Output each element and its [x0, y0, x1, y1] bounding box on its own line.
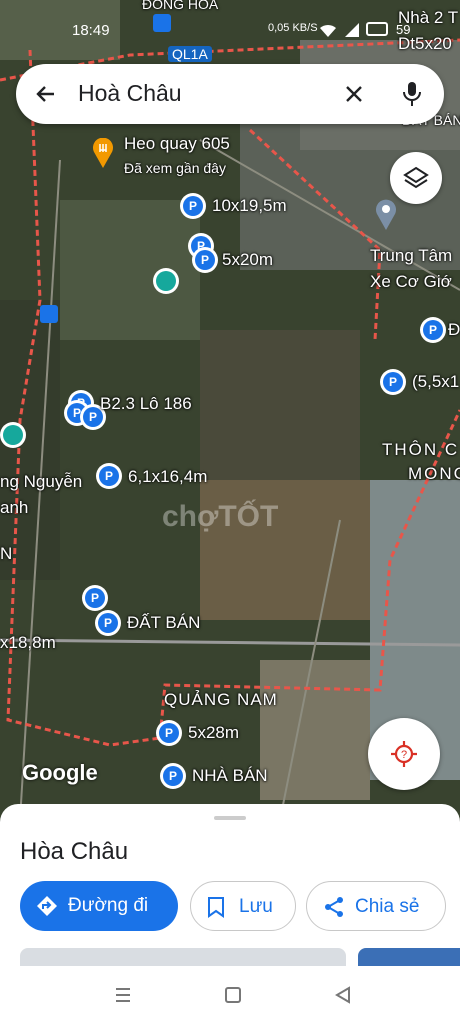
listing-pin-icon[interactable]: P [160, 763, 186, 789]
listing-pin-icon[interactable]: P [95, 610, 121, 636]
layers-button[interactable] [390, 152, 442, 204]
transit-stop-icon[interactable] [153, 268, 179, 294]
layers-icon [403, 165, 429, 196]
bookmark-icon [207, 896, 225, 924]
save-label: Lưu [239, 896, 273, 917]
network-speed: 0,05 KB/S [268, 22, 318, 34]
back-icon[interactable] [334, 986, 352, 1009]
back-arrow-icon[interactable] [34, 82, 58, 106]
poi-note: Đã xem gần đây [124, 160, 226, 176]
listing-label[interactable]: Đ [448, 320, 460, 340]
google-attribution: Google [22, 760, 98, 785]
transit-stop-icon[interactable] [0, 422, 26, 448]
place-title: Hòa Châu [20, 838, 129, 865]
directions-icon [36, 895, 58, 923]
microphone-icon[interactable] [400, 80, 424, 108]
recents-icon[interactable] [114, 986, 132, 1009]
listing-label[interactable]: 6,1x16,4m [128, 467, 207, 487]
area-label: Trung Tâm [370, 246, 453, 265]
area-label: N [0, 544, 13, 563]
poi-name[interactable]: Heo quay 605 [124, 134, 230, 154]
area-label: MONG [408, 464, 460, 483]
share-icon [323, 896, 345, 924]
listing-label[interactable]: 10x19,5m [212, 196, 287, 216]
drag-handle[interactable] [214, 816, 246, 820]
listing-pin-icon[interactable]: P [82, 585, 108, 611]
listing-label[interactable]: 5x20m [222, 250, 273, 270]
listing-label[interactable]: (5,5x1 [412, 372, 459, 392]
highway-badge: QL1A [168, 46, 212, 62]
bus-stop-icon[interactable] [40, 305, 58, 323]
status-bar: 18:49 0,05 KB/S 59 [0, 14, 460, 44]
area-label: ng Nguyễn [0, 472, 83, 491]
wifi-icon [318, 22, 338, 42]
system-nav-bar [0, 966, 460, 1024]
listing-label[interactable]: B2.3 Lô 186 [100, 394, 192, 414]
listing-pin-icon[interactable]: P [96, 463, 122, 489]
area-label: QUẢNG NAM [164, 690, 278, 709]
listing-pin-icon[interactable]: P [192, 247, 218, 273]
area-label: Xe Cơ Giớ [370, 272, 452, 291]
listing-pin-icon[interactable]: P [420, 317, 446, 343]
svg-text:?: ? [401, 749, 407, 761]
listing-pin-icon[interactable]: P [156, 720, 182, 746]
directions-button[interactable]: Đường đi [20, 881, 178, 931]
save-button[interactable]: Lưu [190, 881, 296, 931]
battery-level: 59 [396, 22, 411, 37]
my-location-button[interactable]: ? [368, 718, 440, 790]
listing-pin-icon[interactable]: P [380, 369, 406, 395]
crosshair-icon: ? [390, 740, 418, 773]
restaurant-pin-icon[interactable] [92, 137, 114, 168]
search-bar[interactable]: Hoà Châu [16, 64, 444, 124]
area-label: ĐÔNG HÒA [142, 0, 219, 12]
clock: 18:49 [72, 22, 110, 39]
close-icon[interactable] [342, 82, 366, 106]
battery-icon [366, 22, 388, 36]
share-label: Chia sẻ [355, 896, 420, 917]
location-pin-icon[interactable] [374, 198, 398, 230]
listing-label[interactable]: 5x28m [188, 723, 239, 743]
listing-label[interactable]: ĐẤT BÁN [127, 613, 200, 633]
watermark: chợTỐT [162, 500, 279, 533]
share-button[interactable]: Chia sẻ [306, 881, 446, 931]
signal-icon [344, 22, 360, 42]
listing-label[interactable]: x18,8m [0, 633, 56, 653]
home-icon[interactable] [224, 986, 242, 1009]
listing-pin-icon[interactable]: P [180, 193, 206, 219]
area-label: THÔN C [382, 440, 460, 459]
directions-label: Đường đi [68, 895, 149, 916]
listing-label[interactable]: NHÀ BÁN [192, 766, 268, 786]
area-label: anh [0, 498, 29, 517]
search-input[interactable]: Hoà Châu [78, 80, 182, 107]
